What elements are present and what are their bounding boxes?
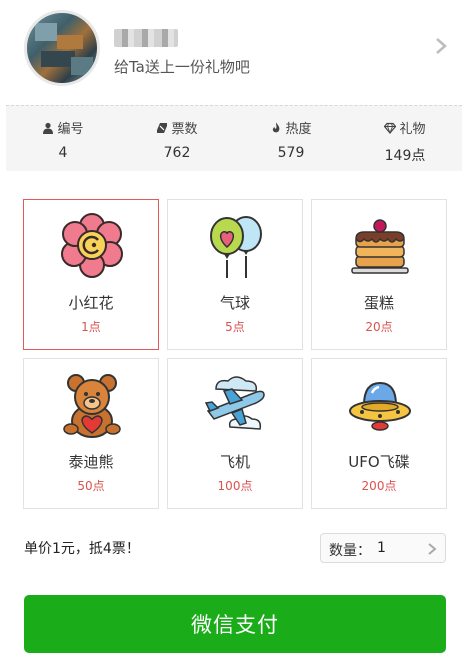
person-icon xyxy=(43,122,54,134)
blurred-username xyxy=(114,29,178,47)
profile-header[interactable]: 给Ta送上一份礼物吧 xyxy=(0,0,468,100)
quantity-selector[interactable]: 数量： 1 xyxy=(320,533,446,563)
gift-name: 蛋糕 xyxy=(363,294,394,312)
gift-balloon[interactable]: 气球 5点 xyxy=(167,199,303,350)
gift-airplane[interactable]: 飞机 100点 xyxy=(167,358,303,509)
gift-name: 飞机 xyxy=(219,453,250,471)
gift-name: 小红花 xyxy=(68,294,114,312)
stat-value: 579 xyxy=(277,145,305,161)
unit-price-note: 单价1元，抵4票！ xyxy=(24,541,140,557)
airplane-icon xyxy=(204,376,265,430)
stat-label: 票数 xyxy=(171,122,198,137)
stat-label: 编号 xyxy=(57,122,84,137)
wechat-pay-button[interactable]: 微信支付 xyxy=(24,595,446,653)
gift-flower[interactable]: 小红花 1点 xyxy=(23,199,159,350)
stat-heat: 热度 579 xyxy=(234,106,348,171)
chevron-right-icon xyxy=(428,543,437,555)
chevron-right-icon[interactable] xyxy=(434,36,448,56)
gift-teddy-bear[interactable]: 泰迪熊 50点 xyxy=(23,358,159,509)
stat-votes: 票数 762 xyxy=(120,106,234,171)
gift-price: 100点 xyxy=(217,479,253,493)
gift-name: 气球 xyxy=(219,294,250,312)
stat-label: 礼物 xyxy=(399,122,426,137)
gift-name: UFO飞碟 xyxy=(348,453,410,471)
stat-label: 热度 xyxy=(285,122,312,137)
stat-id: 编号 4 xyxy=(6,106,120,171)
diamond-icon xyxy=(384,122,397,134)
stats-bar: 编号 4 票数 762 热度 579 礼物 149点 xyxy=(6,105,462,171)
gift-price: 5点 xyxy=(225,320,245,334)
stat-value: 149点 xyxy=(384,148,426,164)
balloon-icon xyxy=(210,216,262,278)
stat-value: 4 xyxy=(58,145,68,161)
ticket-icon xyxy=(157,122,168,133)
quantity-value[interactable]: 1 xyxy=(377,540,386,556)
quantity-label: 数量： xyxy=(329,543,371,559)
stat-value: 762 xyxy=(163,145,191,161)
gift-price: 20点 xyxy=(365,320,393,334)
avatar xyxy=(24,10,100,86)
gift-price: 200点 xyxy=(361,479,397,493)
profile-subtitle: 给Ta送上一份礼物吧 xyxy=(114,58,250,76)
teddy-bear-icon xyxy=(63,374,121,438)
gift-ufo[interactable]: UFO飞碟 200点 xyxy=(311,358,447,509)
gift-price: 1点 xyxy=(81,320,101,334)
cake-icon xyxy=(351,219,409,274)
gift-name: 泰迪熊 xyxy=(68,453,114,471)
gift-price: 50点 xyxy=(77,479,105,493)
stat-gifts: 礼物 149点 xyxy=(348,106,462,171)
ufo-icon xyxy=(349,381,411,431)
flower-icon xyxy=(61,213,123,278)
gift-cake[interactable]: 蛋糕 20点 xyxy=(311,199,447,350)
flame-icon xyxy=(273,122,280,132)
